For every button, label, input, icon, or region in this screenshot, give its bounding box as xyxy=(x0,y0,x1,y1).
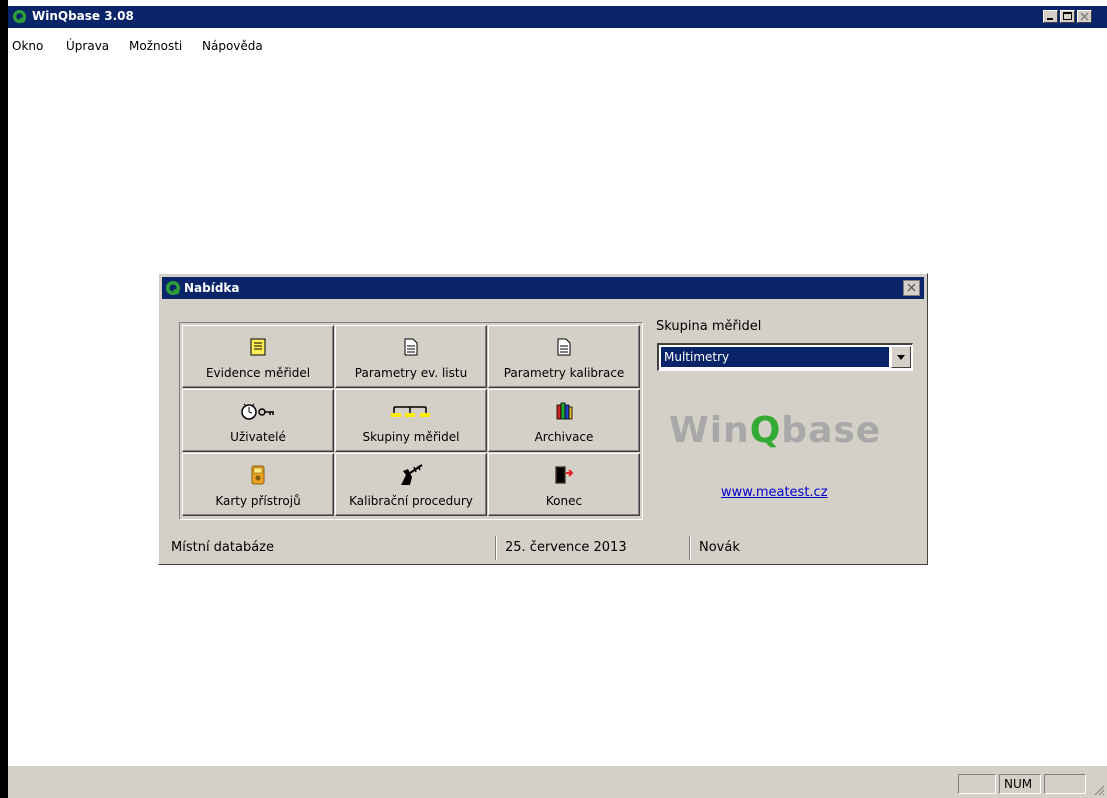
document-icon xyxy=(557,338,571,356)
logo-text-base: base xyxy=(781,410,882,451)
website-link[interactable]: www.meatest.cz xyxy=(721,485,828,500)
button-label: Konec xyxy=(545,494,583,508)
status-panel-1 xyxy=(958,774,996,794)
button-label: Archivace xyxy=(534,430,594,444)
chevron-down-icon xyxy=(897,355,905,360)
logo-text-win: Win xyxy=(669,410,750,451)
app-titlebar[interactable]: WinQbase 3.08 xyxy=(8,6,1107,28)
status-separator xyxy=(495,536,497,560)
close-button[interactable] xyxy=(1077,10,1092,23)
parametry-kalibrace-button[interactable]: Parametry kalibrace xyxy=(488,325,640,388)
kalibracni-procedury-button[interactable]: Kalibrační procedury xyxy=(335,453,487,516)
menu-uprava[interactable]: Úprava xyxy=(66,39,109,53)
button-label: Kalibrační procedury xyxy=(349,494,473,508)
status-separator xyxy=(689,536,691,560)
minimize-button[interactable] xyxy=(1043,10,1058,23)
users-clock-key-icon xyxy=(241,403,274,420)
menubar: Okno Úprava Možnosti Nápověda xyxy=(8,28,1107,60)
button-label: Karty přístrojů xyxy=(215,494,301,508)
books-icon xyxy=(556,402,573,420)
database-status: Místní databáze xyxy=(171,540,275,555)
logo-text-q: Q xyxy=(749,410,782,451)
maximize-button[interactable] xyxy=(1060,10,1075,23)
winqbase-logo-icon xyxy=(166,281,180,295)
menu-moznosti[interactable]: Možnosti xyxy=(129,39,182,53)
user-status: Novák xyxy=(699,540,740,555)
evidence-meridel-button[interactable]: Evidence měřidel xyxy=(182,325,334,388)
menu-dialog: Nabídka Evidence měřidel Parametry ev. l… xyxy=(158,273,928,565)
konec-button[interactable]: Konec xyxy=(488,453,640,516)
date-status: 25. července 2013 xyxy=(505,540,627,555)
multimeter-icon xyxy=(251,465,265,485)
minimize-icon xyxy=(1047,18,1053,20)
menu-napoveda[interactable]: Nápověda xyxy=(202,39,263,53)
button-label: Skupiny měřidel xyxy=(362,430,460,444)
group-label: Skupina měřidel xyxy=(656,319,762,334)
calibration-icon xyxy=(401,464,423,485)
dialog-titlebar[interactable]: Nabídka xyxy=(162,277,924,299)
app-title: WinQbase 3.08 xyxy=(32,9,134,23)
register-icon xyxy=(250,338,266,356)
dropdown-button[interactable] xyxy=(891,346,911,368)
uzivatele-button[interactable]: Uživatelé xyxy=(182,389,334,452)
menu-okno[interactable]: Okno xyxy=(12,39,43,53)
dialog-close-button[interactable] xyxy=(903,280,920,296)
winqbase-logo-icon xyxy=(12,9,27,24)
close-icon xyxy=(1080,12,1089,21)
button-label: Evidence měřidel xyxy=(205,366,311,380)
groups-icon xyxy=(391,406,430,417)
winqbase-logo: WinQbase xyxy=(669,410,899,460)
group-select-value: Multimetry xyxy=(661,347,889,367)
close-icon xyxy=(907,283,916,292)
resize-grip-icon[interactable] xyxy=(1093,784,1105,796)
button-label: Parametry ev. listu xyxy=(354,366,468,380)
archivace-button[interactable]: Archivace xyxy=(488,389,640,452)
karty-pristroju-button[interactable]: Karty přístrojů xyxy=(182,453,334,516)
dialog-title: Nabídka xyxy=(184,281,240,295)
maximize-icon xyxy=(1063,12,1072,20)
menu-button-grid: Evidence měřidel Parametry ev. listu Par… xyxy=(179,322,643,520)
num-indicator: NUM xyxy=(999,774,1041,794)
group-select[interactable]: Multimetry xyxy=(657,343,913,371)
button-label: Uživatelé xyxy=(230,430,286,444)
button-label: Parametry kalibrace xyxy=(503,366,625,380)
exit-door-icon xyxy=(555,466,574,484)
skupiny-meridel-button[interactable]: Skupiny měřidel xyxy=(335,389,487,452)
statusbar: NUM xyxy=(8,766,1107,798)
parametry-ev-listu-button[interactable]: Parametry ev. listu xyxy=(335,325,487,388)
document-icon xyxy=(404,338,418,356)
status-panel-3 xyxy=(1044,774,1086,794)
screen-edge xyxy=(0,0,8,798)
